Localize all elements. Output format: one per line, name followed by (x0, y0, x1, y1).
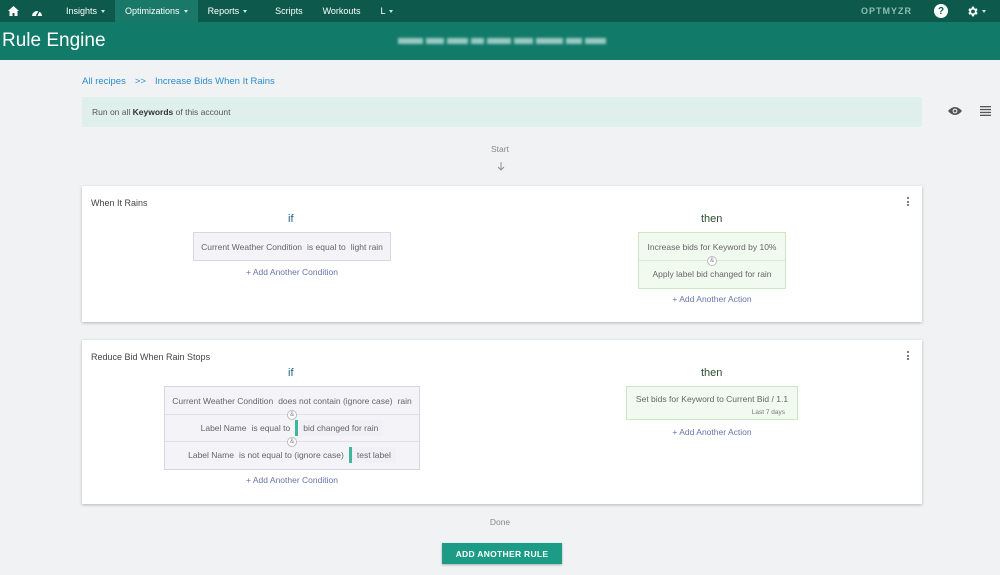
action-text: Increase bids for Keyword by 10% (647, 241, 777, 252)
dashboard-icon[interactable] (26, 0, 48, 22)
action-text: Set bids for Keyword to Current Bid / 1.… (635, 394, 789, 404)
condition-operator[interactable]: does not contain (ignore case) (278, 396, 392, 406)
action-group: Set bids for Keyword to Current Bid / 1.… (626, 386, 798, 420)
help-icon[interactable]: ? (934, 4, 948, 18)
then-label: then (701, 213, 723, 225)
run-on-text: Run on all Keywords of this account (92, 107, 230, 117)
breadcrumb-separator: >> (134, 76, 146, 87)
home-icon[interactable] (2, 0, 24, 22)
condition-operator[interactable]: is not equal to (ignore case) (239, 450, 344, 460)
condition-field[interactable]: Current Weather Condition (172, 396, 273, 406)
rule-title[interactable]: Reduce Bid When Rain Stops (91, 352, 210, 362)
nav-workouts-label: Workouts (322, 6, 361, 16)
condition-group: Current Weather Condition is equal to li… (193, 232, 391, 261)
nav-optimizations-label: Optimizations (125, 6, 180, 16)
list-icon[interactable] (980, 106, 991, 118)
top-nav: Insights Optimizations Reports Scripts W… (0, 0, 1000, 22)
nav-reports-label: Reports (207, 6, 240, 16)
then-label: then (701, 367, 723, 379)
condition-field[interactable]: Current Weather Condition (201, 242, 302, 252)
arrow-down-icon (497, 162, 505, 173)
condition-value-chip[interactable]: test label (348, 447, 396, 463)
nav-optimizations[interactable]: Optimizations (115, 0, 198, 22)
rule-card: Reduce Bid When Rain Stops if then Curre… (82, 340, 922, 504)
breadcrumb-all-recipes[interactable]: All recipes (82, 76, 126, 87)
condition-operator[interactable]: is equal to (307, 242, 346, 252)
nav-user[interactable]: L (370, 0, 403, 22)
condition-field[interactable]: Label Name (188, 450, 234, 460)
page-title: Rule Engine (2, 30, 106, 51)
chevron-down-icon (243, 9, 248, 13)
nav-right: OPTMYZR ? (861, 0, 1000, 22)
condition-group: Current Weather Condition does not conta… (164, 386, 420, 470)
run-on-banner: Run on all Keywords of this account (82, 97, 991, 127)
add-condition-link[interactable]: + Add Another Condition (193, 267, 391, 277)
action-text: Apply label bid changed for rain (652, 269, 772, 279)
eye-icon[interactable] (948, 106, 962, 118)
rule-card: When It Rains if then Current Weather Co… (82, 186, 922, 322)
condition-row[interactable]: Current Weather Condition is equal to li… (194, 233, 390, 260)
if-label: if (288, 367, 294, 379)
condition-operator[interactable]: is equal to (251, 423, 290, 433)
nav-reports[interactable]: Reports (198, 0, 258, 22)
add-action-link[interactable]: + Add Another Action (638, 294, 786, 304)
nav-insights-label: Insights (66, 6, 98, 16)
and-connector-icon: & (707, 256, 717, 266)
and-connector-icon: & (287, 437, 297, 447)
action-group: Increase bids for Keyword by 10% & Apply … (638, 232, 786, 289)
settings-menu[interactable] (966, 5, 986, 18)
condition-value-chip[interactable]: bid changed for rain (295, 420, 384, 436)
run-on-entity[interactable]: Keywords (133, 107, 174, 117)
kebab-menu-icon[interactable] (907, 197, 910, 206)
rule-title[interactable]: When It Rains (91, 198, 148, 208)
chevron-down-icon (101, 9, 106, 13)
action-row[interactable]: Set bids for Keyword to Current Bid / 1.… (627, 387, 797, 419)
chevron-down-icon (982, 9, 986, 13)
and-connector-icon: & (287, 410, 297, 420)
chevron-down-icon (389, 9, 394, 13)
nav-scripts-label: Scripts (275, 6, 303, 16)
title-bar: Rule Engine (0, 22, 1000, 60)
condition-value[interactable]: light rain (351, 242, 383, 252)
breadcrumb-current[interactable]: Increase Bids When It Rains (155, 76, 275, 87)
nav-insights[interactable]: Insights (56, 0, 115, 22)
condition-value[interactable]: rain (398, 396, 412, 406)
chevron-down-icon (183, 9, 188, 13)
condition-row[interactable]: & Label Name is not equal to (ignore cas… (165, 437, 419, 468)
add-rule-button[interactable]: ADD ANOTHER RULE (442, 543, 562, 564)
action-date-range: Last 7 days (751, 409, 785, 416)
nav-workouts[interactable]: Workouts (313, 0, 371, 22)
nav-scripts[interactable]: Scripts (265, 0, 313, 22)
add-condition-link[interactable]: + Add Another Condition (164, 475, 420, 485)
account-name-redacted (398, 36, 607, 46)
action-row[interactable]: & Apply label bid changed for rain (639, 256, 785, 287)
gear-icon (968, 6, 978, 16)
flow-done-label: Done (489, 517, 511, 527)
run-on-suffix: of this account (173, 107, 231, 117)
condition-field[interactable]: Label Name (201, 423, 247, 433)
run-on-prefix: Run on all (92, 107, 133, 117)
kebab-menu-icon[interactable] (907, 351, 910, 360)
brand-logo: OPTMYZR (861, 6, 912, 16)
nav-user-label: L (380, 6, 386, 16)
if-label: if (288, 213, 294, 225)
flow-start-label: Start (491, 144, 509, 154)
breadcrumb: All recipes >> Increase Bids When It Rai… (82, 76, 275, 87)
add-action-link[interactable]: + Add Another Action (626, 427, 798, 437)
